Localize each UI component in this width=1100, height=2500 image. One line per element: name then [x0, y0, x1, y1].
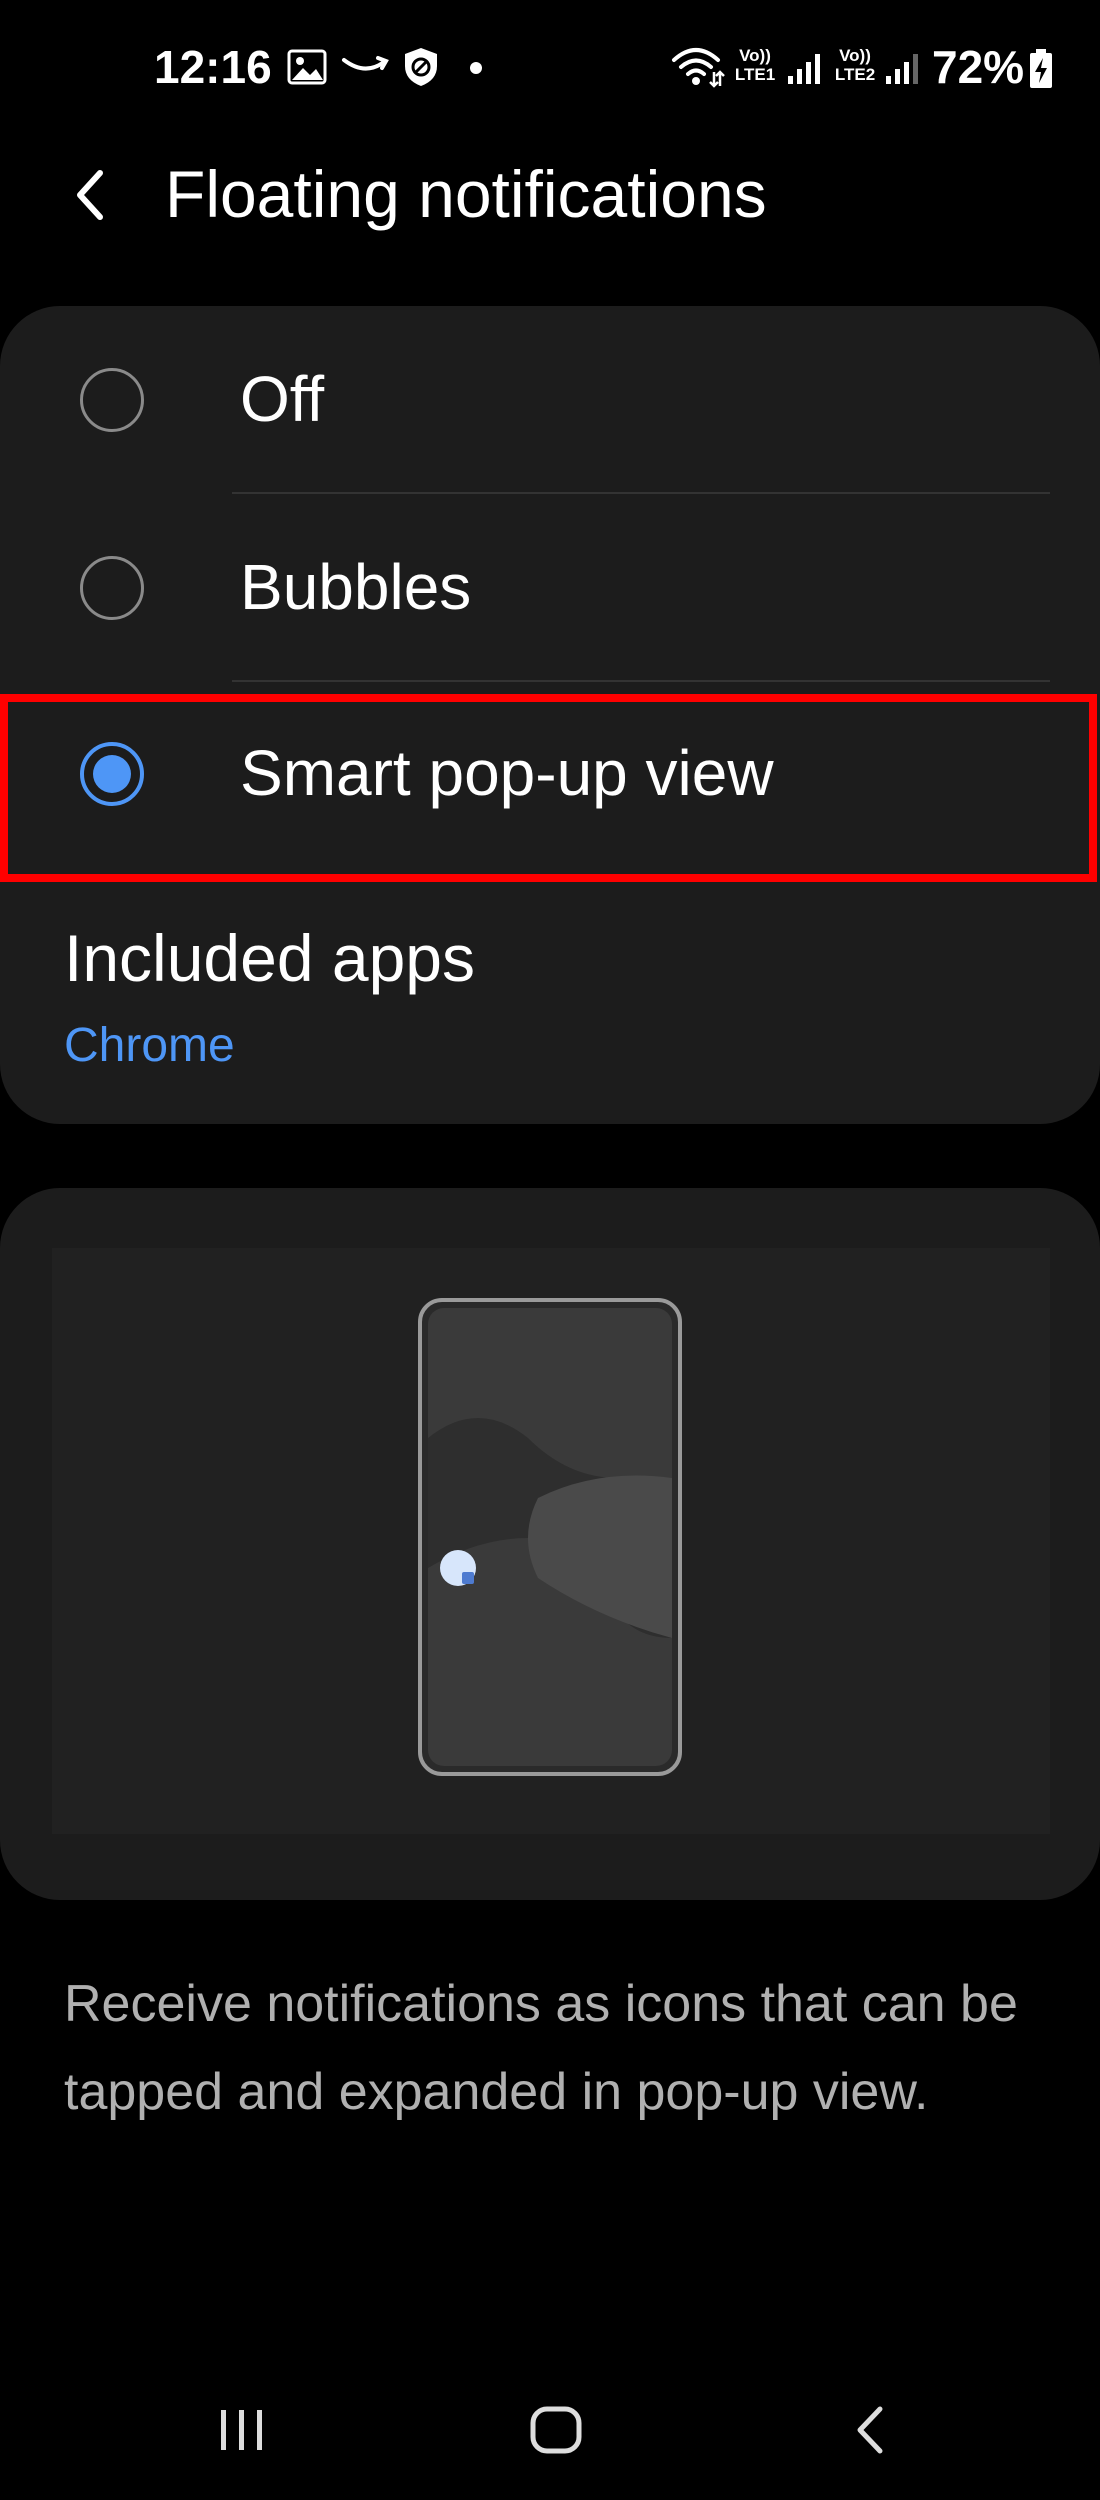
included-apps-title[interactable]: Included apps: [64, 920, 475, 996]
back-button[interactable]: [60, 160, 120, 230]
option-label: Off: [240, 363, 325, 435]
back-nav-button[interactable]: [810, 2380, 930, 2480]
description-text: Receive notifications as icons that can …: [64, 1975, 1018, 2121]
sim2-label: Vo)) LTE2: [834, 46, 876, 84]
illustration-area: [52, 1248, 1050, 1834]
battery-percentage: 72%: [932, 41, 1025, 93]
signal-icon: [788, 54, 820, 84]
shield-icon: [405, 48, 437, 86]
screen: 12:16 Vo)) LTE1 Vo)) LTE2 72% Floating n…: [0, 0, 1100, 2500]
back-icon: [857, 2406, 883, 2454]
home-button[interactable]: [496, 2380, 616, 2480]
sim1-label: Vo)) LTE1: [734, 46, 776, 84]
highlight-box: [0, 694, 1097, 882]
gallery-icon: [287, 49, 327, 85]
amazon-icon: [342, 56, 389, 71]
radio-button-off[interactable]: [80, 368, 144, 432]
notification-dot: [470, 62, 482, 74]
page-title: Floating notifications: [165, 157, 767, 231]
status-bar: 12:16 Vo)) LTE1 Vo)) LTE2 72%: [0, 0, 1100, 140]
option-label: Bubbles: [240, 551, 472, 623]
radio-button-bubbles[interactable]: [80, 556, 144, 620]
battery-charging-icon: [1030, 49, 1052, 88]
illustration-card: [0, 1188, 1100, 1900]
option-bubbles[interactable]: Bubbles: [0, 494, 1100, 680]
phone-illustration: [418, 1298, 682, 1776]
signal-icon: [886, 54, 918, 84]
recents-button[interactable]: [182, 2380, 302, 2480]
wifi-icon: [672, 48, 725, 88]
included-apps-value[interactable]: Chrome: [64, 1018, 235, 1073]
chevron-left-icon: [77, 170, 103, 220]
status-time: 12:16: [154, 41, 272, 93]
option-off[interactable]: Off: [0, 306, 1100, 492]
navigation-bar: [0, 2380, 1100, 2480]
recents-icon: [221, 2410, 262, 2450]
home-icon: [530, 2406, 582, 2454]
